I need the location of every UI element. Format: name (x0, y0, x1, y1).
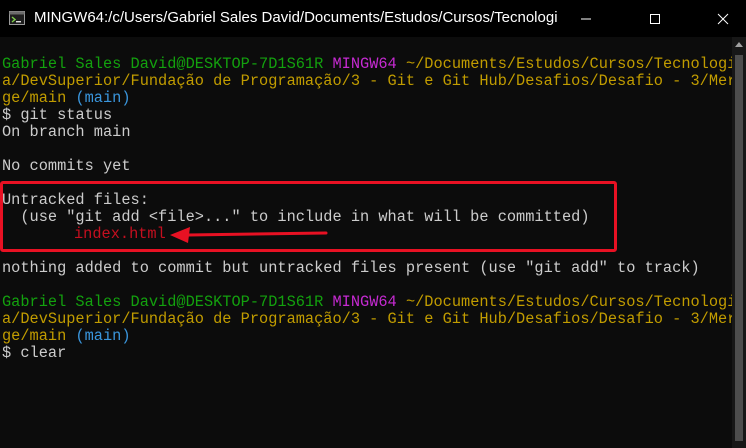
chevron-up-icon (735, 42, 743, 47)
output-untracked-file: index.html (74, 225, 166, 243)
title-bar[interactable]: MINGW64:/c/Users/Gabriel Sales David/Doc… (0, 0, 746, 37)
vertical-scrollbar[interactable] (732, 37, 746, 448)
window-title: MINGW64:/c/Users/Gabriel Sales David/Doc… (34, 9, 558, 26)
output-on-branch: On branch main (2, 123, 131, 141)
scroll-up-button[interactable] (732, 37, 746, 51)
minimize-icon (581, 18, 591, 19)
prompt-path-end: ge/main (2, 327, 67, 345)
command-text: git status (20, 106, 113, 124)
prompt-path: ~/Documents/Estudos/Cursos/Tecnologi (405, 293, 737, 311)
prompt-path-end: ge/main (2, 89, 67, 107)
close-icon (717, 13, 729, 24)
output-no-commits: No commits yet (2, 157, 131, 175)
prompt-path-end-line: ge/main (main) (2, 90, 131, 107)
output-untracked-header: Untracked files: (2, 191, 149, 209)
command-line: $ git status (2, 107, 112, 124)
minimize-button[interactable] (563, 0, 609, 37)
prompt-user-host: Gabriel Sales David@DESKTOP-7D1S61R (2, 55, 324, 73)
prompt-env: MINGW64 (332, 293, 397, 311)
prompt-path: ~/Documents/Estudos/Cursos/Tecnologi (405, 55, 737, 73)
maximize-icon (650, 13, 660, 24)
command-line: $ clear (2, 345, 66, 362)
prompt-branch: (main) (75, 327, 131, 345)
prompt-env: MINGW64 (332, 55, 397, 73)
prompt-path-continued: a/DevSuperior/Fundação de Programação/3 … (2, 72, 737, 90)
terminal-window: MINGW64:/c/Users/Gabriel Sales David/Doc… (0, 0, 746, 448)
prompt-branch: (main) (75, 89, 131, 107)
prompt-user-host: Gabriel Sales David@DESKTOP-7D1S61R (2, 293, 324, 311)
prompt-path-continued: a/DevSuperior/Fundação de Programação/3 … (2, 310, 737, 328)
maximize-button[interactable] (632, 0, 678, 37)
mingw-terminal-icon (9, 11, 25, 25)
prompt-symbol: $ (2, 344, 12, 362)
terminal-output[interactable]: Gabriel Sales David@DESKTOP-7D1S61R MING… (0, 37, 736, 448)
prompt-symbol: $ (2, 106, 12, 124)
prompt-path-end-line: ge/main (main) (2, 328, 131, 345)
scrollbar-thumb[interactable] (735, 55, 743, 441)
close-button[interactable] (700, 0, 746, 37)
command-text: clear (20, 344, 67, 362)
output-untracked-hint: (use "git add <file>..." to include in w… (2, 208, 590, 226)
output-nothing-added: nothing added to commit but untracked fi… (2, 259, 700, 277)
prompt-line: Gabriel Sales David@DESKTOP-7D1S61R MING… (2, 294, 736, 311)
prompt-line: Gabriel Sales David@DESKTOP-7D1S61R MING… (2, 56, 736, 73)
